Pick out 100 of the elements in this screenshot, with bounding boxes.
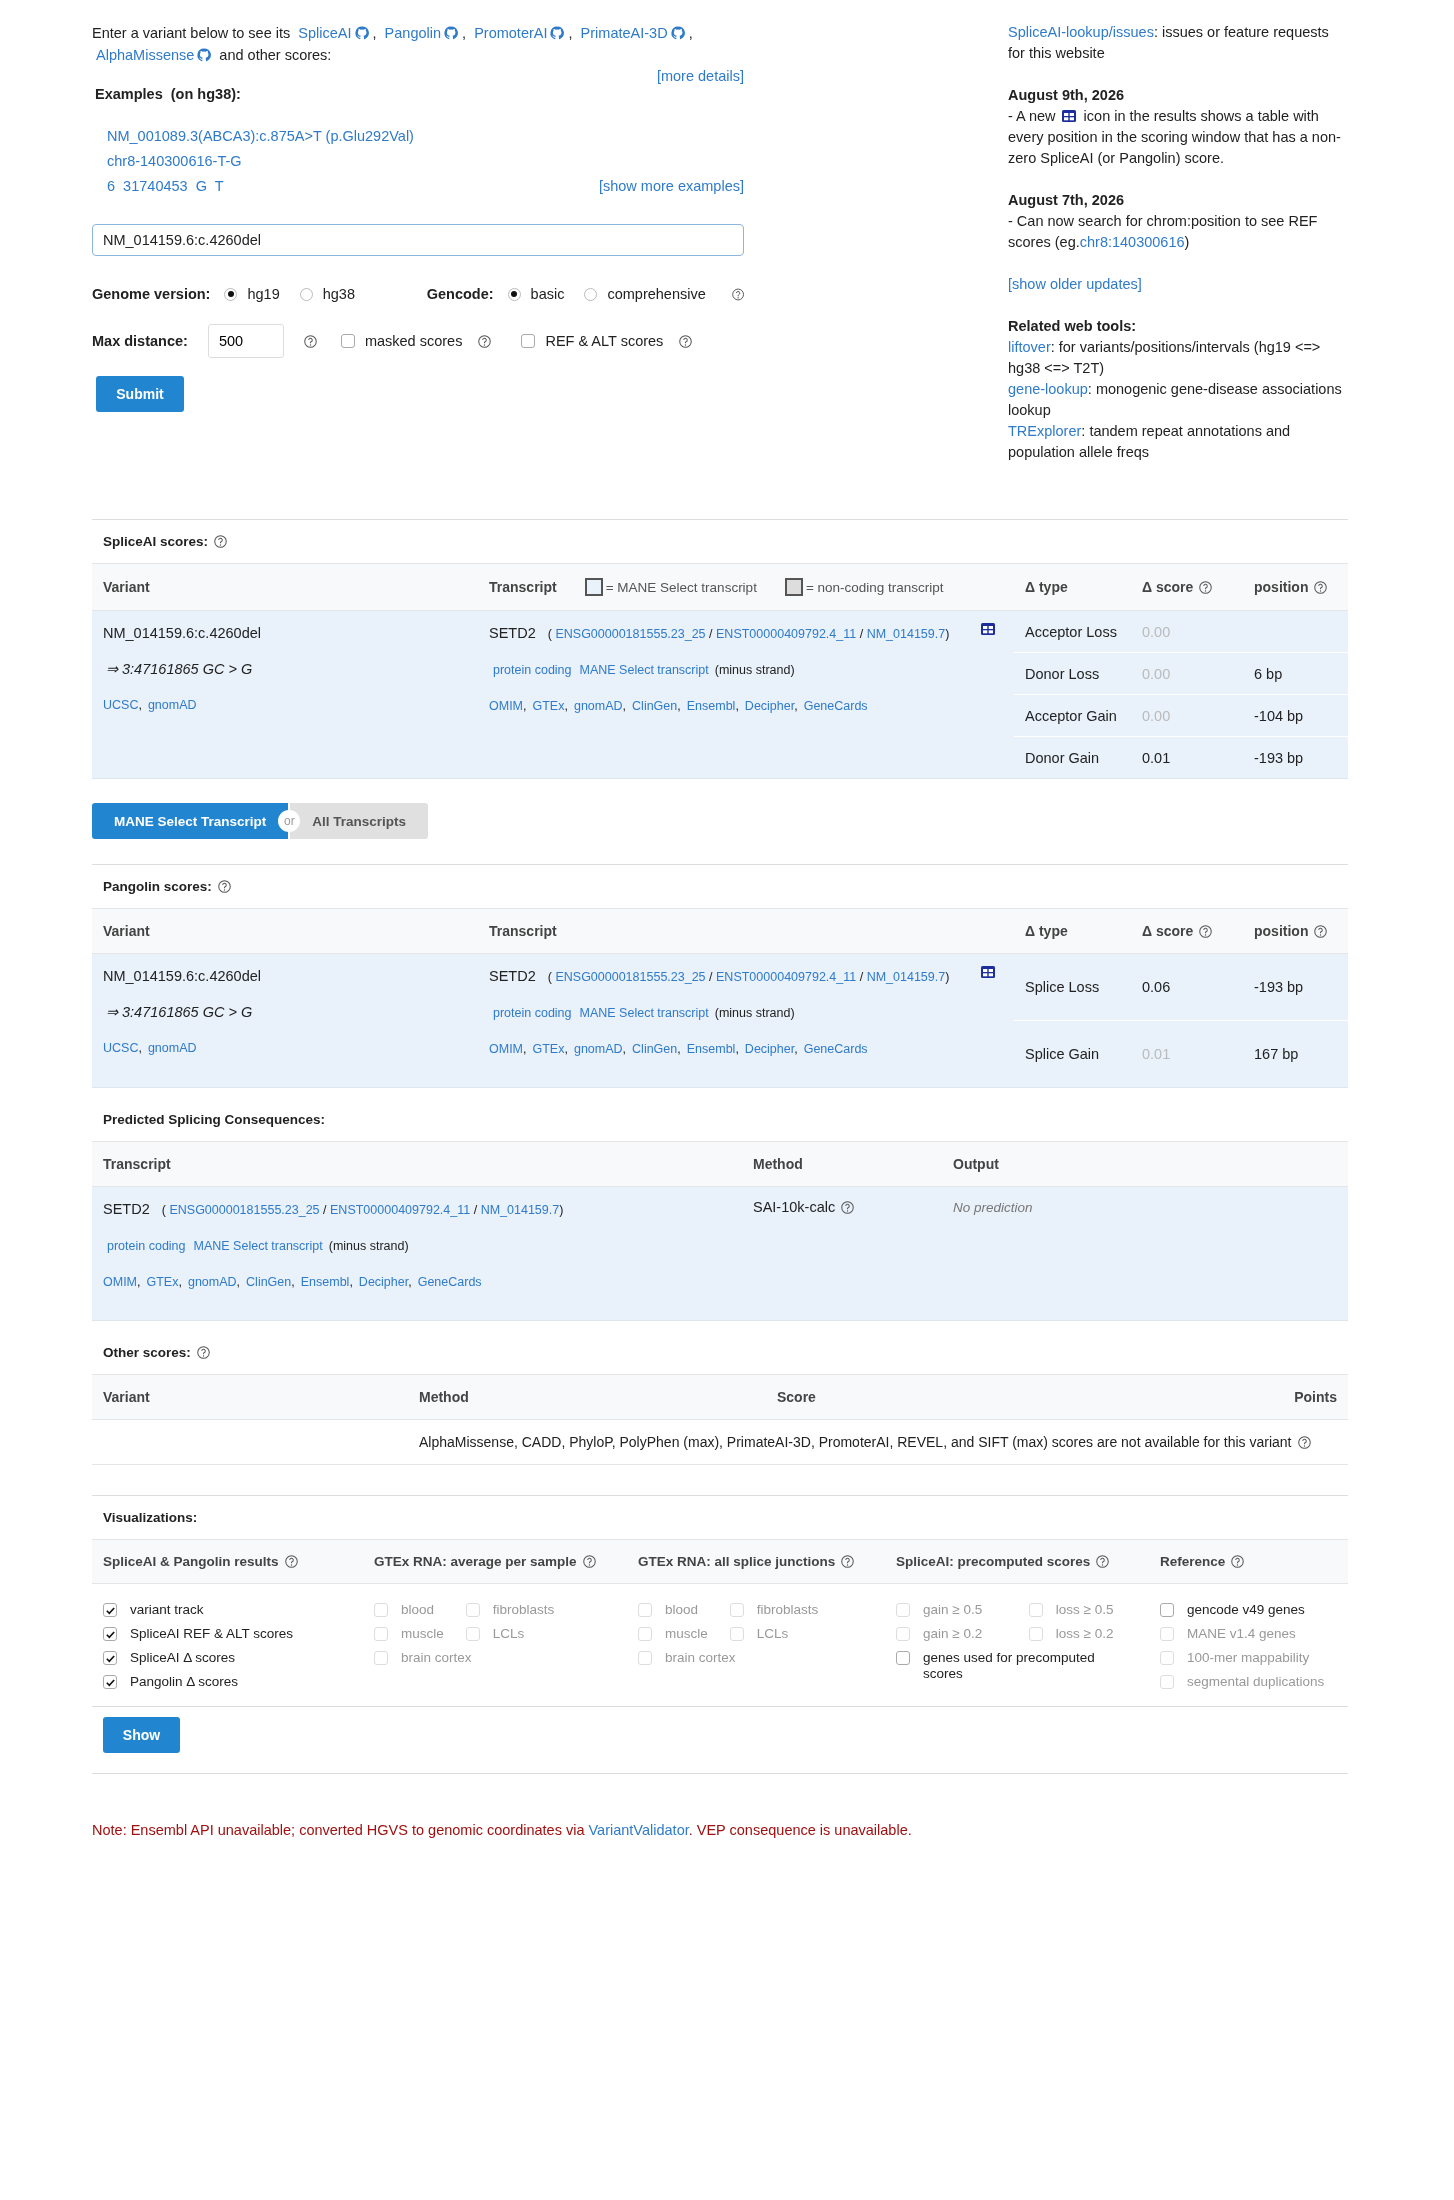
help-icon[interactable] [196, 1346, 210, 1359]
help-icon[interactable] [217, 880, 231, 893]
column-header: GTEx RNA: average per sample [374, 1554, 577, 1569]
github-icon[interactable] [444, 26, 459, 40]
tool-link[interactable]: SpliceAI [298, 25, 352, 41]
checkbox[interactable] [103, 1675, 117, 1689]
github-icon[interactable] [354, 26, 369, 40]
show-older-updates-link[interactable]: [show older updates] [1008, 276, 1142, 292]
link[interactable]: gnomAD [147, 698, 197, 712]
issues-link[interactable]: SpliceAI-lookup/issues [1008, 24, 1154, 40]
checkbox[interactable] [521, 334, 536, 348]
table-icon[interactable] [981, 623, 995, 635]
checkbox[interactable] [103, 1651, 117, 1665]
tool-link[interactable]: PrimateAI-3D [580, 25, 668, 41]
help-icon[interactable] [841, 1201, 855, 1214]
help-icon[interactable] [1297, 1435, 1311, 1449]
table-icon[interactable] [981, 966, 995, 978]
help-icon[interactable] [841, 1555, 855, 1568]
separator: , [291, 1275, 295, 1289]
tool-link[interactable]: Pangolin [384, 25, 442, 41]
help-icon[interactable] [1231, 1555, 1245, 1568]
max-distance-field[interactable]: 500 [207, 324, 284, 358]
transcript-id-link[interactable]: ENSG00000181555.23_25 [555, 970, 706, 984]
transcript-tag-link[interactable]: protein coding [493, 1006, 572, 1020]
github-icon[interactable] [197, 48, 212, 62]
genomic-coordinates: ⇒ 3:47161865 GC > G [106, 660, 254, 679]
transcript-id-link[interactable]: ENSG00000181555.23_25 [169, 1203, 320, 1217]
legend-label: = MANE Select transcript [605, 579, 757, 595]
help-icon[interactable] [214, 535, 228, 548]
link[interactable]: OMIM [489, 699, 524, 713]
help-icon[interactable] [679, 334, 693, 348]
separator: / [709, 627, 713, 641]
help-icon[interactable] [582, 1555, 596, 1568]
help-icon[interactable] [1096, 1555, 1110, 1568]
position-value: 6 bp [1253, 665, 1284, 682]
github-icon[interactable] [550, 26, 565, 40]
help-icon[interactable] [1314, 924, 1328, 938]
github-icon[interactable] [670, 26, 685, 40]
transcript-id-link[interactable]: ENST00000409792.4_11 [716, 627, 857, 641]
related-tool-link[interactable]: gene-lookup [1008, 381, 1088, 397]
transcript-tag-link[interactable]: protein coding [493, 663, 572, 677]
transcript-tag-link[interactable]: protein coding [107, 1239, 186, 1253]
column-header: Method [419, 1389, 469, 1405]
example-link[interactable]: chr8:140300616 [1079, 234, 1185, 250]
transcript-id-link[interactable]: NM_014159.7 [480, 1203, 560, 1217]
help-icon[interactable] [1199, 924, 1213, 938]
variant-input[interactable]: NM_014159.6:c.4260del [92, 224, 744, 256]
variantvalidator-link[interactable]: VariantValidator [588, 1822, 689, 1838]
submit-button[interactable]: Submit [96, 376, 184, 412]
checkbox[interactable] [1160, 1603, 1174, 1617]
checkbox[interactable] [103, 1627, 117, 1641]
example-link[interactable]: 6 31740453 G T [107, 178, 224, 194]
transcript-id-link[interactable]: NM_014159.7 [866, 970, 946, 984]
examples-note: (on hg38): [170, 86, 241, 102]
link[interactable]: OMIM [103, 1275, 138, 1289]
checkbox[interactable] [896, 1651, 910, 1665]
transcript-id-link[interactable]: ENST00000409792.4_11 [716, 970, 857, 984]
tool-link[interactable]: AlphaMissense [96, 47, 195, 63]
update-date: August 7th, 2026 [1008, 191, 1126, 210]
separator: , [735, 699, 739, 713]
column-header: Output [953, 1156, 999, 1172]
transcript-tag-link[interactable]: MANE Select transcript [579, 663, 709, 677]
transcript-id-link[interactable]: ENST00000409792.4_11 [330, 1203, 471, 1217]
more-details-link[interactable]: [more details] [656, 68, 744, 84]
transcript-tag-link[interactable]: MANE Select transcript [579, 1006, 709, 1020]
link[interactable]: gnomAD [147, 1041, 197, 1055]
link[interactable]: GeneCards [803, 1042, 868, 1056]
separator: / [709, 970, 713, 984]
column-header: SpliceAI & Pangolin results [103, 1554, 279, 1569]
transcript-tag-link[interactable]: MANE Select transcript [193, 1239, 323, 1253]
checkbox-label: loss ≥ 0.2 [1055, 1626, 1114, 1642]
transcript-id-link[interactable]: NM_014159.7 [866, 627, 946, 641]
link[interactable]: Decipher [744, 699, 795, 713]
show-button[interactable]: Show [103, 1717, 180, 1753]
checkbox[interactable] [340, 334, 355, 348]
table-icon[interactable] [1061, 110, 1076, 122]
tool-link[interactable]: PromoterAI [474, 25, 548, 41]
show-more-examples-link[interactable]: [show more examples] [598, 178, 744, 194]
transcript-id-link[interactable]: ENSG00000181555.23_25 [555, 627, 706, 641]
link[interactable]: GeneCards [417, 1275, 482, 1289]
update-text: - Can now search for chrom:position to see REF scores (eg.chr8:140300616) [1008, 212, 1319, 252]
checkbox[interactable] [103, 1603, 117, 1617]
example-link[interactable]: chr8-140300616-T-G [107, 153, 242, 169]
example-link[interactable]: NM_001089.3(ABCA3):c.875A>T (p.Glu292Val) [107, 128, 414, 144]
link[interactable]: Decipher [358, 1275, 409, 1289]
help-icon[interactable] [1199, 580, 1213, 594]
delta-score: 0.06 [1141, 979, 1172, 995]
link[interactable]: gnomAD [573, 1042, 623, 1056]
related-tool-link[interactable]: liftover [1008, 339, 1051, 355]
help-icon[interactable] [1314, 580, 1328, 594]
help-icon[interactable] [303, 334, 317, 348]
link[interactable]: gnomAD [573, 699, 623, 713]
link[interactable]: OMIM [489, 1042, 524, 1056]
help-icon[interactable] [731, 287, 744, 301]
help-icon[interactable] [478, 334, 492, 348]
link[interactable]: Decipher [744, 1042, 795, 1056]
link[interactable]: gnomAD [187, 1275, 237, 1289]
parenthesis: ) [945, 627, 950, 641]
link[interactable]: GeneCards [803, 699, 868, 713]
help-icon[interactable] [284, 1555, 298, 1568]
